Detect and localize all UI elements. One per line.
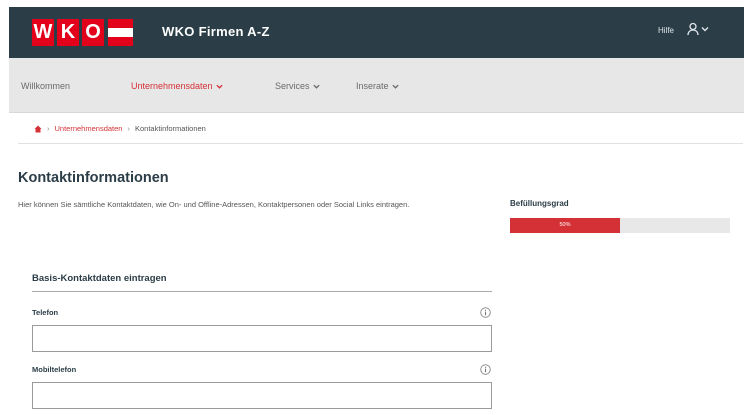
info-icon[interactable] bbox=[480, 364, 491, 375]
chevron-down-icon bbox=[701, 27, 709, 32]
progress-label: Befüllungsgrad bbox=[510, 199, 569, 208]
progress-fill: 50% bbox=[510, 218, 620, 233]
breadcrumb: › Unternehmensdaten › Kontaktinformation… bbox=[9, 113, 744, 144]
section-title: Basis-Kontaktdaten eintragen bbox=[32, 273, 167, 284]
mobiltelefon-label: Mobiltelefon bbox=[32, 365, 77, 374]
help-link[interactable]: Hilfe bbox=[658, 26, 674, 35]
austria-flag-icon bbox=[108, 19, 133, 46]
chevron-down-icon bbox=[391, 84, 399, 89]
nav-item-label: Unternehmensdaten bbox=[131, 81, 213, 91]
logo-letter-o: O bbox=[82, 19, 104, 46]
page-title: Kontaktinformationen bbox=[18, 170, 169, 186]
mobiltelefon-input[interactable] bbox=[32, 382, 492, 409]
breadcrumb-separator: › bbox=[127, 124, 130, 133]
section-divider bbox=[32, 291, 492, 292]
logo-letter-w: W bbox=[32, 19, 54, 46]
breadcrumb-separator: › bbox=[47, 124, 50, 133]
app-title: WKO Firmen A-Z bbox=[162, 24, 270, 39]
page-intro: Hier können Sie sämtliche Kontaktdaten, … bbox=[18, 200, 410, 209]
logo-letter-k: K bbox=[57, 19, 79, 46]
nav-item-services[interactable]: Services bbox=[275, 81, 320, 91]
telefon-label: Telefon bbox=[32, 308, 59, 317]
app-header: W K O WKO Firmen A-Z Hilfe bbox=[9, 7, 744, 58]
chevron-down-icon bbox=[215, 84, 223, 89]
nav-item-willkommen[interactable]: Willkommen bbox=[21, 81, 70, 91]
breadcrumb-divider bbox=[18, 143, 743, 144]
nav-item-label: Services bbox=[275, 81, 310, 91]
nav-item-unternehmensdaten[interactable]: Unternehmensdaten bbox=[131, 81, 223, 91]
user-icon bbox=[687, 22, 699, 36]
nav-item-inserate[interactable]: Inserate bbox=[356, 81, 399, 91]
info-icon[interactable] bbox=[480, 307, 491, 318]
breadcrumb-item-current: Kontaktinformationen bbox=[134, 124, 206, 133]
breadcrumb-item-unternehmensdaten[interactable]: Unternehmensdaten bbox=[55, 124, 123, 133]
user-menu-button[interactable] bbox=[687, 22, 709, 36]
chevron-down-icon bbox=[312, 84, 320, 89]
telefon-input[interactable] bbox=[32, 325, 492, 352]
nav-item-label: Willkommen bbox=[21, 81, 71, 91]
wko-logo[interactable]: W K O bbox=[32, 19, 133, 46]
nav-item-label: Inserate bbox=[356, 81, 389, 91]
home-icon[interactable] bbox=[34, 125, 42, 133]
progress-bar: 50% bbox=[510, 218, 730, 233]
main-navigation: Willkommen Unternehmensdaten Services In… bbox=[9, 58, 744, 113]
